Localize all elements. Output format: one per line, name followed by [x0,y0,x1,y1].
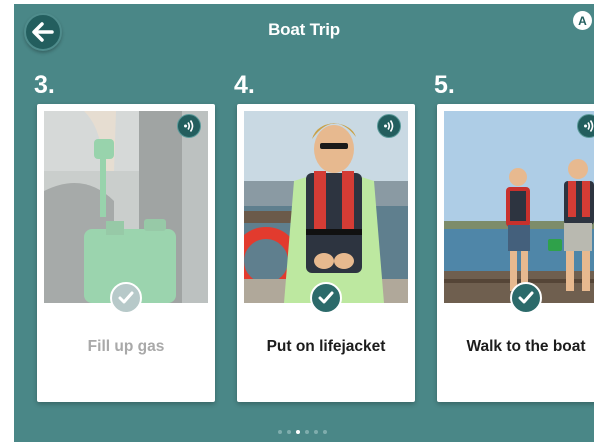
checkmark-icon [318,291,334,304]
page-dot-current[interactable] [296,430,300,434]
page-dot[interactable] [305,430,309,434]
step-done-check-button[interactable] [310,282,342,314]
page-title: Boat Trip [268,20,340,39]
step-card-walk-to-the-boat[interactable]: Walk to the boat [437,104,594,402]
page-dot[interactable] [278,430,282,434]
step-number-4: 4. [234,71,255,99]
page-dot[interactable] [323,430,327,434]
step-done-check-button[interactable] [510,282,542,314]
play-sound-button[interactable] [377,114,401,138]
sound-wave-icon [584,120,594,132]
step-number-5: 5. [434,71,455,99]
lifejacket-photo [244,111,408,303]
checkmark-icon [518,291,534,304]
step-card-put-on-lifejacket[interactable]: Put on lifejacket [237,104,415,402]
step-label: Put on lifejacket [266,338,386,355]
step-number-3: 3. [34,71,55,99]
walk-to-boat-photo [444,111,594,303]
step-label: Fill up gas [87,338,165,355]
checkmark-icon [118,291,134,304]
page-dot[interactable] [287,430,291,434]
fill-gas-photo [44,111,208,303]
page-indicator[interactable] [278,430,327,434]
sound-wave-icon [184,120,194,132]
step-done-check-button[interactable] [110,282,142,314]
profile-badge[interactable]: A [573,11,592,30]
play-sound-button[interactable] [177,114,201,138]
play-sound-button[interactable] [577,114,594,138]
sound-wave-icon [384,120,394,132]
step-label: Walk to the boat [466,338,586,355]
page-dot[interactable] [314,430,318,434]
step-card-fill-up-gas[interactable]: Fill up gas [37,104,215,402]
app-screen: Boat Trip A 3. Fill up gas 4. Put on lif… [14,4,594,442]
